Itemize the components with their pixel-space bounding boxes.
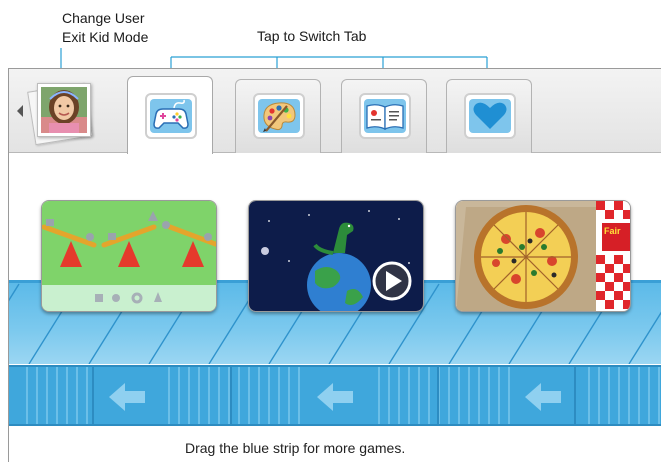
child-photo-image (41, 87, 87, 133)
callout-exit-kid-mode: Exit Kid Mode (62, 29, 149, 45)
book-icon (359, 93, 411, 139)
drag-hint: Drag the blue strip for more games. (185, 440, 406, 456)
tab-bar (9, 69, 661, 154)
game-card-dinosaur[interactable] (248, 200, 424, 312)
back-arrow-icon[interactable] (17, 105, 23, 117)
strip-arrow-band[interactable] (9, 365, 661, 426)
kid-mode-screen: Fair (8, 68, 661, 462)
seesaw-game-art (42, 201, 216, 311)
game-card-pizza[interactable]: Fair (455, 200, 631, 312)
tab-books[interactable] (341, 79, 427, 153)
game-card-seesaw[interactable] (41, 200, 217, 312)
tab-favorites[interactable] (446, 79, 532, 153)
callout-switch-tab: Tap to Switch Tab (257, 28, 367, 44)
tab-art[interactable] (235, 79, 321, 153)
pizza-game-art: Fair (456, 201, 630, 311)
art-palette-icon (253, 93, 305, 139)
game-controller-icon (145, 93, 197, 139)
dinosaur-video-art (249, 201, 423, 311)
change-user-callout: Change User Exit Kid Mode (62, 9, 148, 47)
avatar (37, 83, 91, 137)
heart-icon (464, 93, 516, 139)
pizza-sign-text: Fair (604, 226, 621, 236)
tab-games[interactable] (127, 76, 213, 154)
left-arrow-icon (109, 383, 561, 411)
callout-change-user: Change User (62, 10, 145, 26)
user-avatar-button[interactable] (27, 81, 95, 146)
child-photo (41, 87, 87, 133)
